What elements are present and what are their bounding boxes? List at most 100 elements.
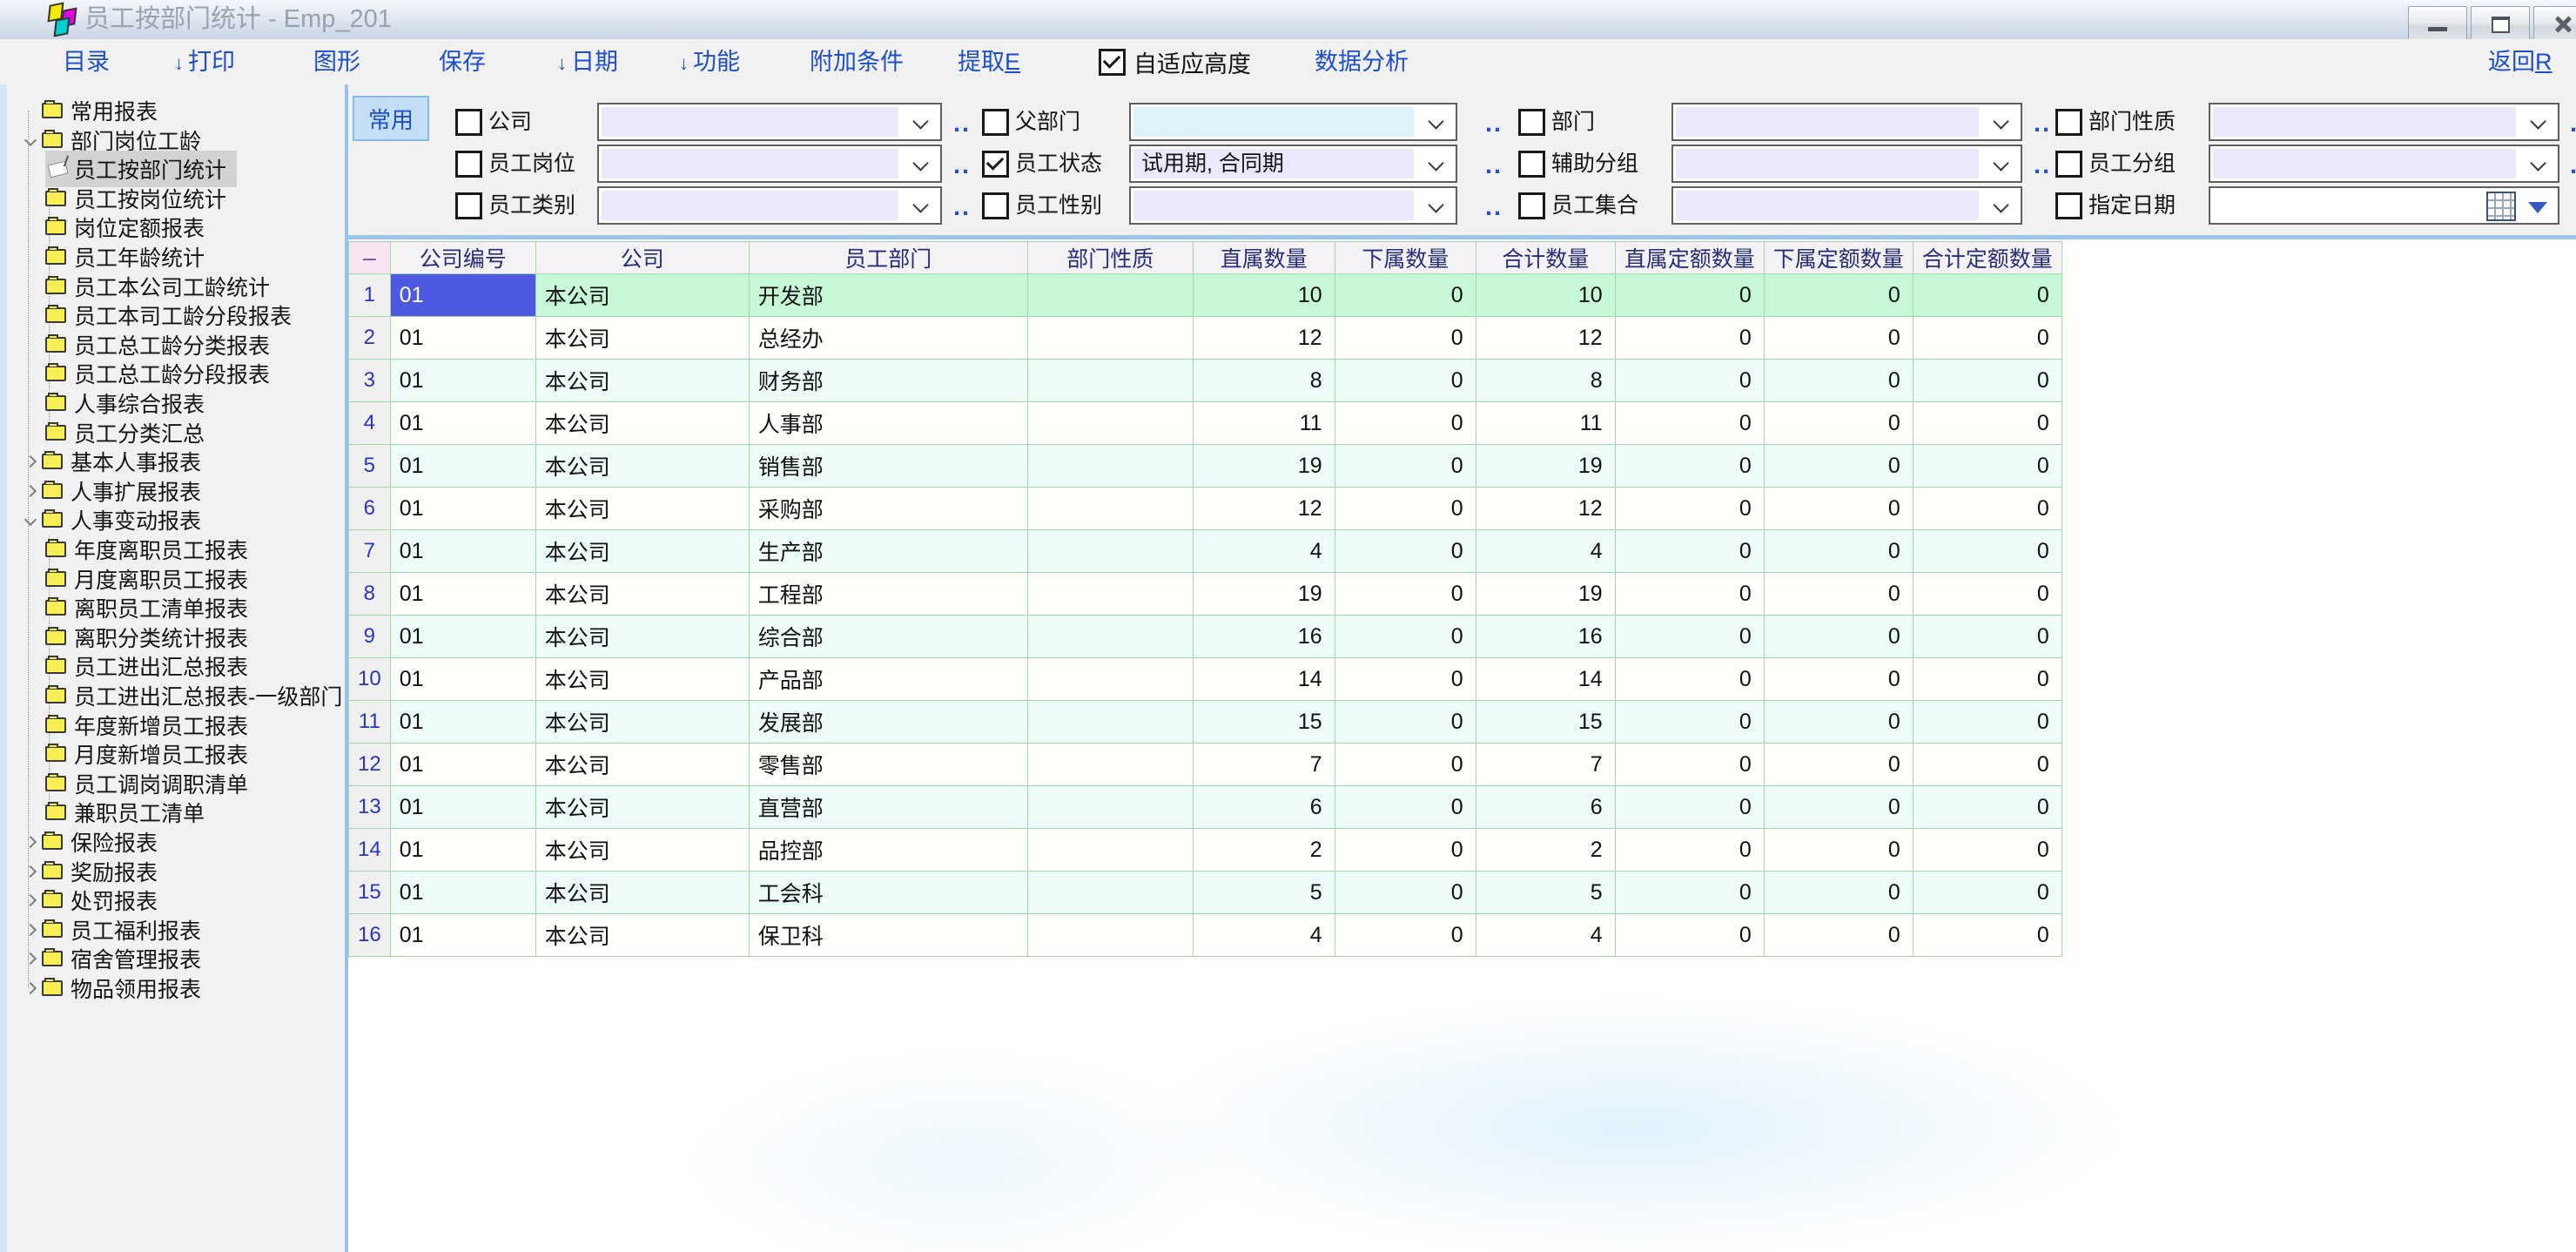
tree-item[interactable]: 员工年龄统计	[7, 242, 345, 272]
cell[interactable]	[1027, 488, 1193, 530]
cell[interactable]: 本公司	[535, 530, 749, 573]
filter-checkbox-emp-group[interactable]	[2055, 151, 2082, 178]
maximize-button[interactable]	[2471, 6, 2530, 43]
cell[interactable]: 直营部	[749, 786, 1027, 829]
minimize-button[interactable]	[2408, 6, 2467, 43]
toolbar-item-graph[interactable]: 图形	[313, 39, 360, 84]
cell[interactable]: 0	[1764, 701, 1913, 744]
column-header[interactable]: 合计定额数量	[1913, 242, 2061, 274]
cell[interactable]: 19	[1476, 573, 1615, 616]
cell[interactable]: 0	[1913, 488, 2061, 530]
tree-item[interactable]: 员工进出汇总报表-一级部门	[7, 681, 345, 710]
cell[interactable]: 总经办	[749, 317, 1027, 360]
filter-checkbox-emp-status[interactable]	[982, 151, 1009, 178]
cell[interactable]: 0	[1335, 317, 1476, 360]
row-number-cell[interactable]: 13	[349, 786, 391, 829]
tree-item[interactable]: 保险报表	[7, 827, 345, 857]
toolbar-item-directory[interactable]: 目录	[63, 39, 110, 84]
row-number-cell[interactable]: 12	[349, 744, 391, 786]
filter-checkbox-dept-nature[interactable]	[2055, 109, 2082, 136]
cell[interactable]	[1027, 872, 1193, 914]
tree-item[interactable]: 月度新增员工报表	[7, 739, 345, 769]
cell[interactable]: 工会科	[749, 872, 1027, 914]
chevron-right-icon[interactable]	[19, 944, 42, 973]
cell[interactable]: 16	[1476, 616, 1615, 658]
cell[interactable]: 01	[390, 872, 535, 914]
row-number-cell[interactable]: 16	[349, 914, 391, 957]
cell[interactable]: 6	[1476, 786, 1615, 829]
cell[interactable]: 0	[1764, 488, 1913, 530]
tree-item[interactable]: 员工本司工龄分段报表	[7, 300, 345, 330]
cell[interactable]	[1027, 701, 1193, 744]
cell[interactable]: 4	[1193, 914, 1335, 957]
column-header[interactable]: 员工部门	[749, 242, 1027, 274]
tree-item[interactable]: 常用报表	[7, 96, 345, 125]
cell[interactable]: 0	[1913, 616, 2061, 658]
cell[interactable]: 0	[1764, 829, 1913, 872]
cell[interactable]: 12	[1193, 488, 1335, 530]
cell[interactable]: 19	[1193, 445, 1335, 488]
cell[interactable]: 本公司	[535, 317, 749, 360]
row-number-cell[interactable]: 15	[349, 872, 391, 914]
cell[interactable]: 0	[1615, 701, 1764, 744]
cell[interactable]	[1027, 445, 1193, 488]
cell[interactable]: 本公司	[535, 488, 749, 530]
filter-dropdown-emp-group[interactable]	[2209, 145, 2559, 183]
tree-item[interactable]: 人事变动报表	[7, 505, 345, 535]
date-picker-specified-date[interactable]	[2209, 186, 2559, 225]
cell[interactable]: 0	[1913, 530, 2061, 573]
cell[interactable]: 01	[390, 701, 535, 744]
cell[interactable]: 7	[1476, 744, 1615, 786]
row-number-cell[interactable]: 2	[349, 317, 391, 360]
cell[interactable]: 综合部	[749, 616, 1027, 658]
toolbar-item-extract[interactable]: 提取E	[958, 39, 1020, 84]
table-corner-header[interactable]: –	[349, 242, 391, 274]
cell[interactable]: 0	[1615, 658, 1764, 701]
cell[interactable]: 6	[1193, 786, 1335, 829]
tree-item[interactable]: 员工按岗位统计	[7, 184, 345, 213]
chevron-right-icon[interactable]	[19, 973, 42, 1003]
cell[interactable]: 01	[390, 914, 535, 957]
cell[interactable]: 0	[1335, 360, 1476, 402]
cell[interactable]: 0	[1913, 658, 2061, 701]
tree-item[interactable]: 月度离职员工报表	[7, 564, 345, 594]
cell[interactable]: 生产部	[749, 530, 1027, 573]
filter-checkbox-emp-set[interactable]	[1518, 192, 1545, 219]
chevron-right-icon[interactable]	[19, 857, 42, 886]
cell[interactable]: 11	[1476, 402, 1615, 445]
chevron-right-icon[interactable]	[19, 476, 42, 506]
tree-item[interactable]: 年度新增员工报表	[7, 710, 345, 740]
cell[interactable]: 本公司	[535, 872, 749, 914]
cell[interactable]: 0	[1335, 914, 1476, 957]
column-header[interactable]: 下属定额数量	[1764, 242, 1913, 274]
cell[interactable]: 本公司	[535, 914, 749, 957]
cell[interactable]	[1027, 573, 1193, 616]
cell[interactable]: 14	[1193, 658, 1335, 701]
cell[interactable]: 4	[1476, 530, 1615, 573]
row-number-cell[interactable]: 14	[349, 829, 391, 872]
cell[interactable]: 0	[1335, 829, 1476, 872]
cell[interactable]: 0	[1913, 914, 2061, 957]
cell[interactable]: 销售部	[749, 445, 1027, 488]
toolbar-item-save[interactable]: 保存	[439, 39, 486, 84]
cell[interactable]: 15	[1476, 701, 1615, 744]
cell[interactable]	[1027, 829, 1193, 872]
filter-checkbox-company[interactable]	[455, 109, 482, 136]
cell[interactable]: 4	[1193, 530, 1335, 573]
filter-checkbox-dept[interactable]	[1518, 109, 1545, 136]
cell[interactable]: 0	[1913, 317, 2061, 360]
cell[interactable]: 人事部	[749, 402, 1027, 445]
cell[interactable]: 本公司	[535, 573, 749, 616]
autofit-checkbox[interactable]	[1099, 49, 1126, 76]
filter-dropdown-dept[interactable]	[1671, 103, 2022, 141]
tree-item[interactable]: 物品领用报表	[7, 973, 345, 1003]
tree-item[interactable]: 员工进出汇总报表	[7, 651, 345, 681]
cell[interactable]: 0	[1335, 274, 1476, 317]
close-button[interactable]	[2533, 6, 2576, 43]
cell[interactable]	[1027, 530, 1193, 573]
filter-checkbox-emp-gender[interactable]	[982, 192, 1009, 219]
cell[interactable]: 发展部	[749, 701, 1027, 744]
cell[interactable]	[1027, 744, 1193, 786]
cell[interactable]: 01	[390, 360, 535, 402]
tree-item[interactable]: 基本人事报表	[7, 447, 345, 476]
